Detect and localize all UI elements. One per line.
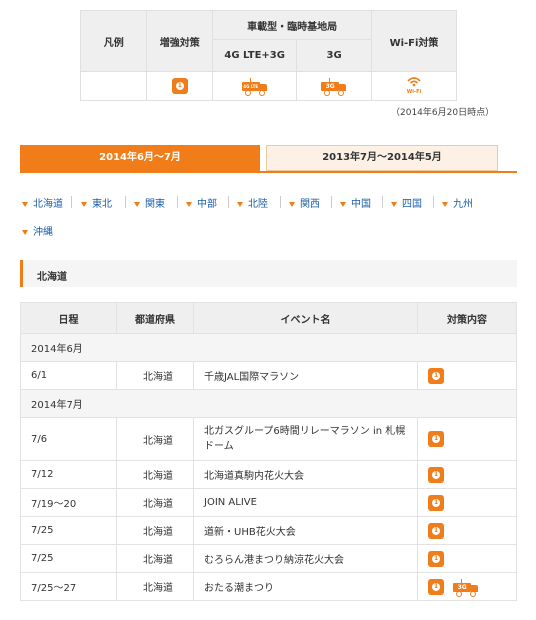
region-link-chubu[interactable]: 中部: [186, 195, 217, 210]
event-date: 7/25～27: [20, 572, 117, 601]
triangle-icon: [391, 201, 397, 207]
event-name: JOIN ALIVE: [193, 488, 418, 517]
region-label: 北海道: [33, 199, 63, 210]
event-date: 7/12: [20, 460, 117, 489]
region-label: 九州: [453, 199, 473, 210]
lte-badge-text: 4G LTE: [241, 82, 260, 91]
table-row: 7/19～20 北海道 JOIN ALIVE: [20, 488, 517, 517]
region-label: 沖縄: [33, 227, 53, 238]
col-header-prefecture: 都道府県: [116, 302, 194, 334]
legend-lte: 4G LTE+3G: [212, 39, 298, 72]
triangle-icon: [186, 201, 192, 207]
event-name: 北ガスグループ6時間リレーマラソン in 札幌 ドーム: [193, 417, 418, 461]
region-label: 四国: [402, 199, 422, 210]
reinforcement-icon: [428, 466, 444, 483]
event-name: おたる潮まつり: [193, 572, 418, 601]
region-label: 北陸: [248, 199, 268, 210]
wifi-icon: Wi-Fi: [407, 77, 421, 95]
event-prefecture: 北海道: [116, 361, 194, 390]
event-name-line2: ドーム: [204, 441, 234, 452]
table-header-row: 日程 都道府県 イベント名 対策内容: [20, 302, 517, 334]
table-row: 7/25 北海道 むろらん港まつり納涼花火大会: [20, 544, 517, 573]
date-note: （2014年6月20日時点）: [391, 108, 495, 118]
table-row: 7/6 北海道 北ガスグループ6時間リレーマラソン in 札幌 ドーム: [20, 417, 517, 461]
tab-2013-jul-2014-may[interactable]: 2013年7月～2014年5月: [266, 145, 498, 171]
col-header-date: 日程: [20, 302, 117, 334]
region-label: 関東: [145, 199, 165, 210]
reinforcement-icon: [171, 78, 188, 94]
event-prefecture: 北海道: [116, 417, 194, 461]
region-link-okinawa[interactable]: 沖縄: [22, 223, 53, 238]
section-title: 北海道: [37, 272, 67, 283]
legend-label: 凡例: [79, 10, 148, 72]
month-row: 2014年6月: [20, 333, 517, 362]
event-name-line1: 北ガスグループ6時間リレーマラソン in 札幌: [204, 426, 406, 437]
region-link-chugoku[interactable]: 中国: [340, 195, 371, 210]
events-table: 日程 都道府県 イベント名 対策内容 2014年6月 6/1 北海道 千歳JAL…: [20, 302, 517, 601]
legend-wifi: Wi-Fi対策: [371, 10, 457, 72]
event-date: 6/1: [20, 361, 117, 390]
triangle-icon: [442, 201, 448, 207]
triangle-icon: [134, 201, 140, 207]
table-row: 7/25 北海道 道新・UHB花火大会: [20, 516, 517, 545]
region-label: 関西: [300, 199, 320, 210]
triangle-icon: [340, 201, 346, 207]
reinforcement-icon: [428, 550, 444, 567]
3g-badge-text: 3G: [321, 82, 340, 91]
lte-truck-icon: 4G LTE: [241, 78, 268, 96]
event-date: 7/25: [20, 516, 117, 545]
event-name: むろらん港まつり納涼花火大会: [193, 544, 418, 573]
triangle-icon: [22, 201, 28, 207]
reinforcement-icon: [428, 578, 444, 595]
reinforcement-icon: [428, 494, 444, 511]
3g-truck-icon: 3G: [453, 578, 479, 597]
month-label: 2014年7月: [20, 389, 517, 418]
region-link-tohoku[interactable]: 東北: [81, 195, 112, 210]
wifi-caption: Wi-Fi: [406, 89, 422, 95]
region-label: 中国: [351, 199, 371, 210]
reinforcement-icon: [428, 431, 444, 447]
col-header-event: イベント名: [193, 302, 418, 334]
region-label: 東北: [92, 199, 112, 210]
reinforcement-icon: [428, 522, 444, 539]
section-heading-hokkaido: 北海道: [20, 260, 517, 287]
legend-reinforcement: 増強対策: [146, 10, 214, 72]
triangle-icon: [22, 229, 28, 235]
3g-truck-icon: 3G: [321, 78, 347, 96]
triangle-icon: [289, 201, 295, 207]
event-name: 北海道真駒内花火大会: [193, 460, 418, 489]
tab-underline: [20, 171, 517, 173]
table-row: 7/25～27 北海道 おたる潮まつり 3G: [20, 572, 517, 601]
month-row: 2014年7月: [20, 389, 517, 418]
month-label: 2014年6月: [20, 333, 517, 362]
region-label: 中部: [197, 199, 217, 210]
event-prefecture: 北海道: [116, 516, 194, 545]
region-link-shikoku[interactable]: 四国: [391, 195, 422, 210]
3g-badge-text: 3G: [453, 582, 472, 592]
event-prefecture: 北海道: [116, 572, 194, 601]
region-link-kanto[interactable]: 関東: [134, 195, 165, 210]
region-link-hokkaido[interactable]: 北海道: [22, 195, 63, 210]
region-link-kyushu[interactable]: 九州: [442, 195, 473, 210]
legend-vehicle-header: 車載型・臨時基地局: [212, 10, 373, 40]
reinforcement-icon: [428, 367, 444, 384]
region-link-kansai[interactable]: 関西: [289, 195, 320, 210]
triangle-icon: [81, 201, 87, 207]
event-name: 千歳JAL国際マラソン: [193, 361, 418, 390]
table-row: 6/1 北海道 千歳JAL国際マラソン: [20, 361, 517, 390]
col-header-measures: 対策内容: [417, 302, 517, 334]
legend-table: 凡例 増強対策 車載型・臨時基地局 Wi-Fi対策 4G LTE+3G 3G 4…: [79, 10, 457, 101]
legend-3g: 3G: [296, 39, 373, 72]
event-prefecture: 北海道: [116, 460, 194, 489]
event-date: 7/6: [20, 417, 117, 461]
event-prefecture: 北海道: [116, 544, 194, 573]
table-row: 7/12 北海道 北海道真駒内花火大会: [20, 460, 517, 489]
event-date: 7/25: [20, 544, 117, 573]
tab-2014-jun-jul[interactable]: 2014年6月～7月: [20, 145, 260, 171]
event-name: 道新・UHB花火大会: [193, 516, 418, 545]
event-prefecture: 北海道: [116, 488, 194, 517]
region-link-hokuriku[interactable]: 北陸: [237, 195, 268, 210]
event-date: 7/19～20: [20, 488, 117, 517]
triangle-icon: [237, 201, 243, 207]
